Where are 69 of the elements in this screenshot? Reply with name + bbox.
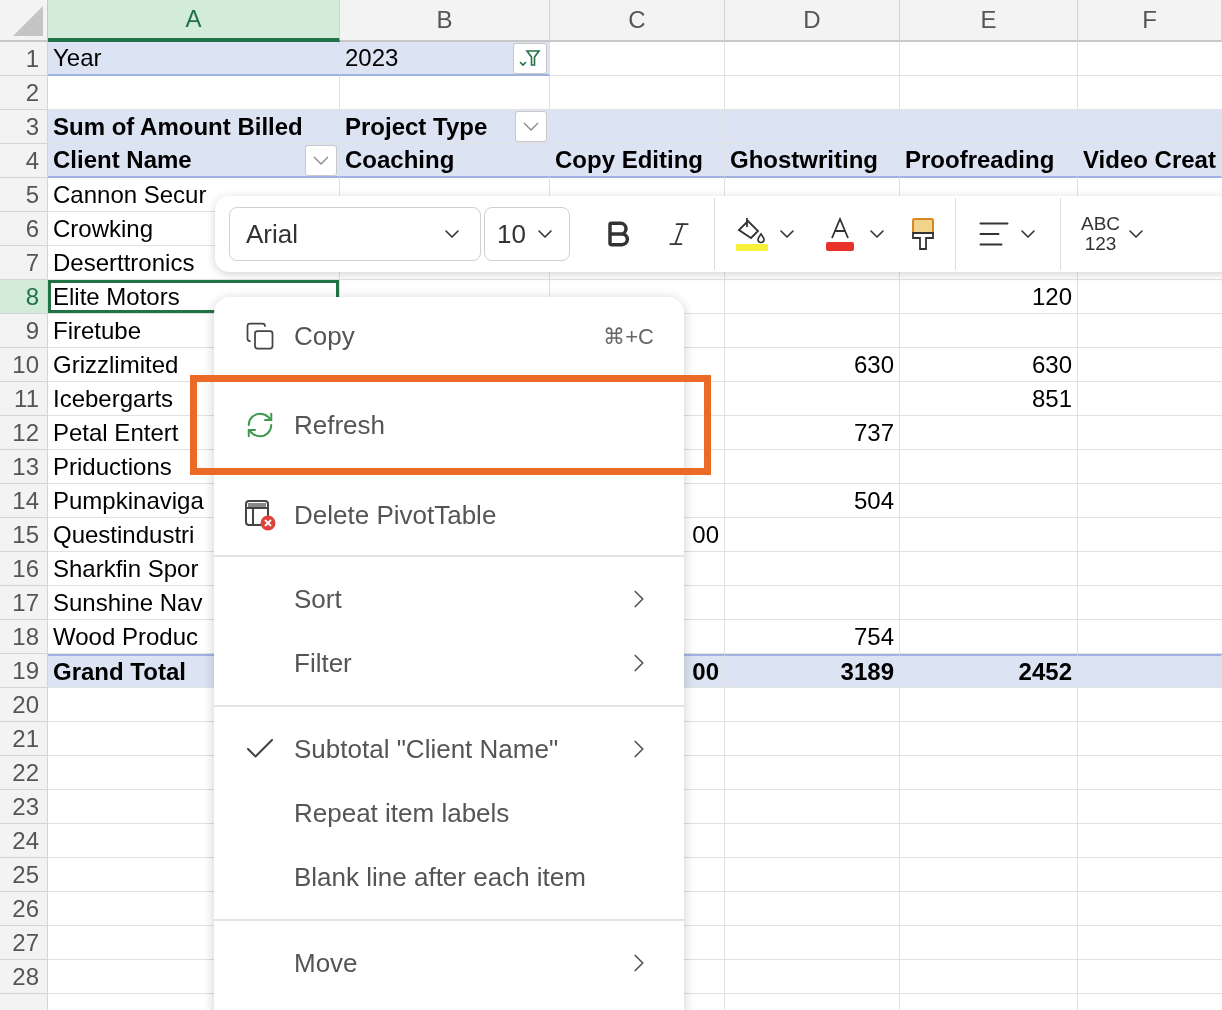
row-header[interactable]: 21: [0, 722, 48, 756]
row-header[interactable]: 18: [0, 620, 48, 654]
chevron-down-icon: [523, 122, 539, 131]
row-header[interactable]: 6: [0, 212, 48, 246]
menu-item[interactable]: Subtotal "Client Name": [214, 717, 684, 781]
table-cell: 737: [725, 416, 900, 450]
table-cell: Sum of Amount Billed: [48, 110, 340, 144]
row-header[interactable]: 27: [0, 926, 48, 960]
row-header[interactable]: 7: [0, 246, 48, 280]
row-header[interactable]: 5: [0, 178, 48, 212]
table-cell: 2452: [900, 654, 1078, 688]
row-header[interactable]: 28: [0, 960, 48, 994]
table-cell: 120: [900, 280, 1078, 314]
row-header[interactable]: 2: [0, 76, 48, 110]
table-cell: Video Creat: [1078, 144, 1222, 178]
filter-button[interactable]: [513, 43, 547, 74]
delete-table-icon: [244, 499, 276, 531]
table-cell: 630: [725, 348, 900, 382]
column-header[interactable]: D: [725, 0, 900, 42]
font-color-icon[interactable]: [825, 216, 855, 252]
font-size-select[interactable]: 10: [484, 207, 570, 261]
font-select[interactable]: Arial: [229, 207, 481, 261]
row-header[interactable]: 14: [0, 484, 48, 518]
menu-item[interactable]: Blank line after each item: [214, 845, 684, 909]
table-cell: Coaching: [340, 144, 550, 178]
table-cell: Year: [48, 42, 340, 76]
column-header[interactable]: A: [48, 0, 340, 42]
format-painter-icon[interactable]: [911, 217, 935, 251]
row-header[interactable]: 13: [0, 450, 48, 484]
chevron-down-icon: [313, 156, 329, 165]
table-cell: Ghostwriting: [725, 144, 900, 178]
row-header[interactable]: 10: [0, 348, 48, 382]
cell-label: Project Type: [345, 111, 488, 142]
column-header[interactable]: B: [340, 0, 550, 42]
row-header[interactable]: 11: [0, 382, 48, 416]
row-header[interactable]: 17: [0, 586, 48, 620]
copy-icon: [245, 321, 275, 351]
column-header[interactable]: F: [1078, 0, 1222, 42]
column-header[interactable]: E: [900, 0, 1078, 42]
shortcut-label: ⌘+C: [603, 322, 654, 351]
table-cell: 3189: [725, 654, 900, 688]
table-cell: 504: [725, 484, 900, 518]
row-header[interactable]: 22: [0, 756, 48, 790]
table-cell: 851: [900, 382, 1078, 416]
row-header[interactable]: 19: [0, 654, 48, 688]
row-header[interactable]: 23: [0, 790, 48, 824]
row-header[interactable]: 12: [0, 416, 48, 450]
table-cell: Copy Editing: [550, 144, 725, 178]
row-header[interactable]: 26: [0, 892, 48, 926]
refresh-icon: [245, 410, 275, 440]
row-header[interactable]: 8: [0, 280, 48, 314]
fill-color-icon[interactable]: [735, 216, 769, 252]
table-cell: 630: [900, 348, 1078, 382]
menu-item[interactable]: Repeat item labels: [214, 781, 684, 845]
row-header[interactable]: 1: [0, 42, 48, 76]
cell-label: Client Name: [53, 145, 192, 175]
row-header[interactable]: 25: [0, 858, 48, 892]
row-header[interactable]: 15: [0, 518, 48, 552]
cell-label: 2023: [345, 43, 399, 73]
row-header[interactable]: 4: [0, 144, 48, 178]
number-format-button[interactable]: ABC 123: [1081, 214, 1121, 254]
column-header[interactable]: C: [550, 0, 725, 42]
row-header[interactable]: 24: [0, 824, 48, 858]
row-header[interactable]: 16: [0, 552, 48, 586]
table-cell: Proofreading: [900, 144, 1078, 178]
row-header[interactable]: 20: [0, 688, 48, 722]
row-header[interactable]: 9: [0, 314, 48, 348]
row-header[interactable]: 3: [0, 110, 48, 144]
menu-item[interactable]: Move: [214, 931, 684, 995]
